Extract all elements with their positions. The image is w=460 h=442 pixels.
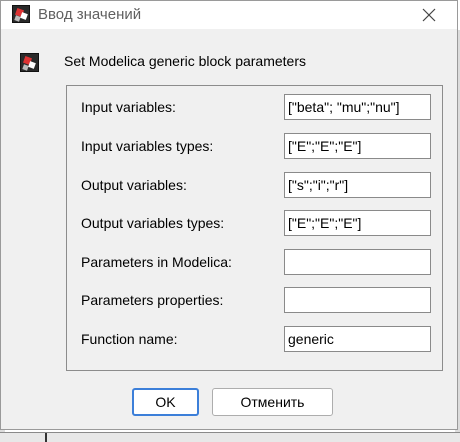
app-icon (12, 5, 30, 23)
param-row-input-variables: Input variables: (67, 94, 442, 120)
parameters-panel: Input variables: Input variables types: … (66, 85, 443, 371)
parameters-properties-field[interactable] (284, 287, 431, 313)
close-icon (422, 8, 436, 22)
param-row-parameters-in-modelica: Parameters in Modelica: (67, 249, 442, 275)
output-variables-types-field[interactable] (284, 210, 431, 236)
param-row-output-variables-types: Output variables types: (67, 210, 442, 236)
close-button[interactable] (415, 2, 443, 28)
input-variables-field[interactable] (284, 94, 431, 120)
param-row-output-variables: Output variables: (67, 172, 442, 198)
field-label: Output variables types: (81, 215, 225, 231)
param-row-function-name: Function name: (67, 326, 442, 352)
ok-button[interactable]: OK (132, 388, 199, 416)
title-bar: Ввод значений (1, 1, 457, 29)
output-variables-field[interactable] (284, 172, 431, 198)
block-icon (20, 53, 39, 72)
param-row-input-variables-types: Input variables types: (67, 133, 442, 159)
function-name-field[interactable] (284, 326, 431, 352)
input-variables-types-field[interactable] (284, 133, 431, 159)
cancel-button[interactable]: Отменить (212, 388, 333, 416)
field-label: Input variables: (81, 99, 176, 115)
dialog-header: Set Modelica generic block parameters (64, 53, 307, 69)
field-label: Parameters in Modelica: (81, 254, 232, 270)
field-label: Output variables: (81, 177, 187, 193)
field-label: Function name: (81, 331, 178, 347)
field-label: Parameters properties: (81, 292, 224, 308)
parameters-in-modelica-field[interactable] (284, 249, 431, 275)
param-row-parameters-properties: Parameters properties: (67, 287, 442, 313)
window-title: Ввод значений (38, 6, 142, 23)
field-label: Input variables types: (81, 138, 214, 154)
parameters-dialog: Ввод значений Set Modelica generic block… (0, 0, 458, 430)
